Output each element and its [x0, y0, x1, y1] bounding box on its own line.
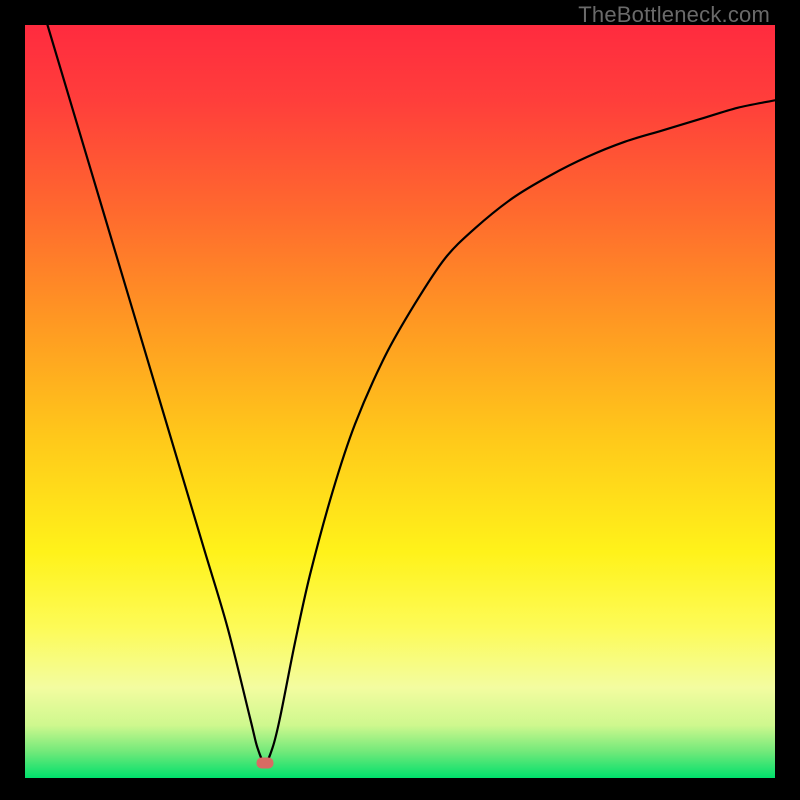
optimal-point-marker: [257, 757, 274, 768]
watermark-text: TheBottleneck.com: [578, 2, 770, 28]
bottleneck-curve: [25, 25, 775, 778]
plot-frame: [25, 25, 775, 778]
